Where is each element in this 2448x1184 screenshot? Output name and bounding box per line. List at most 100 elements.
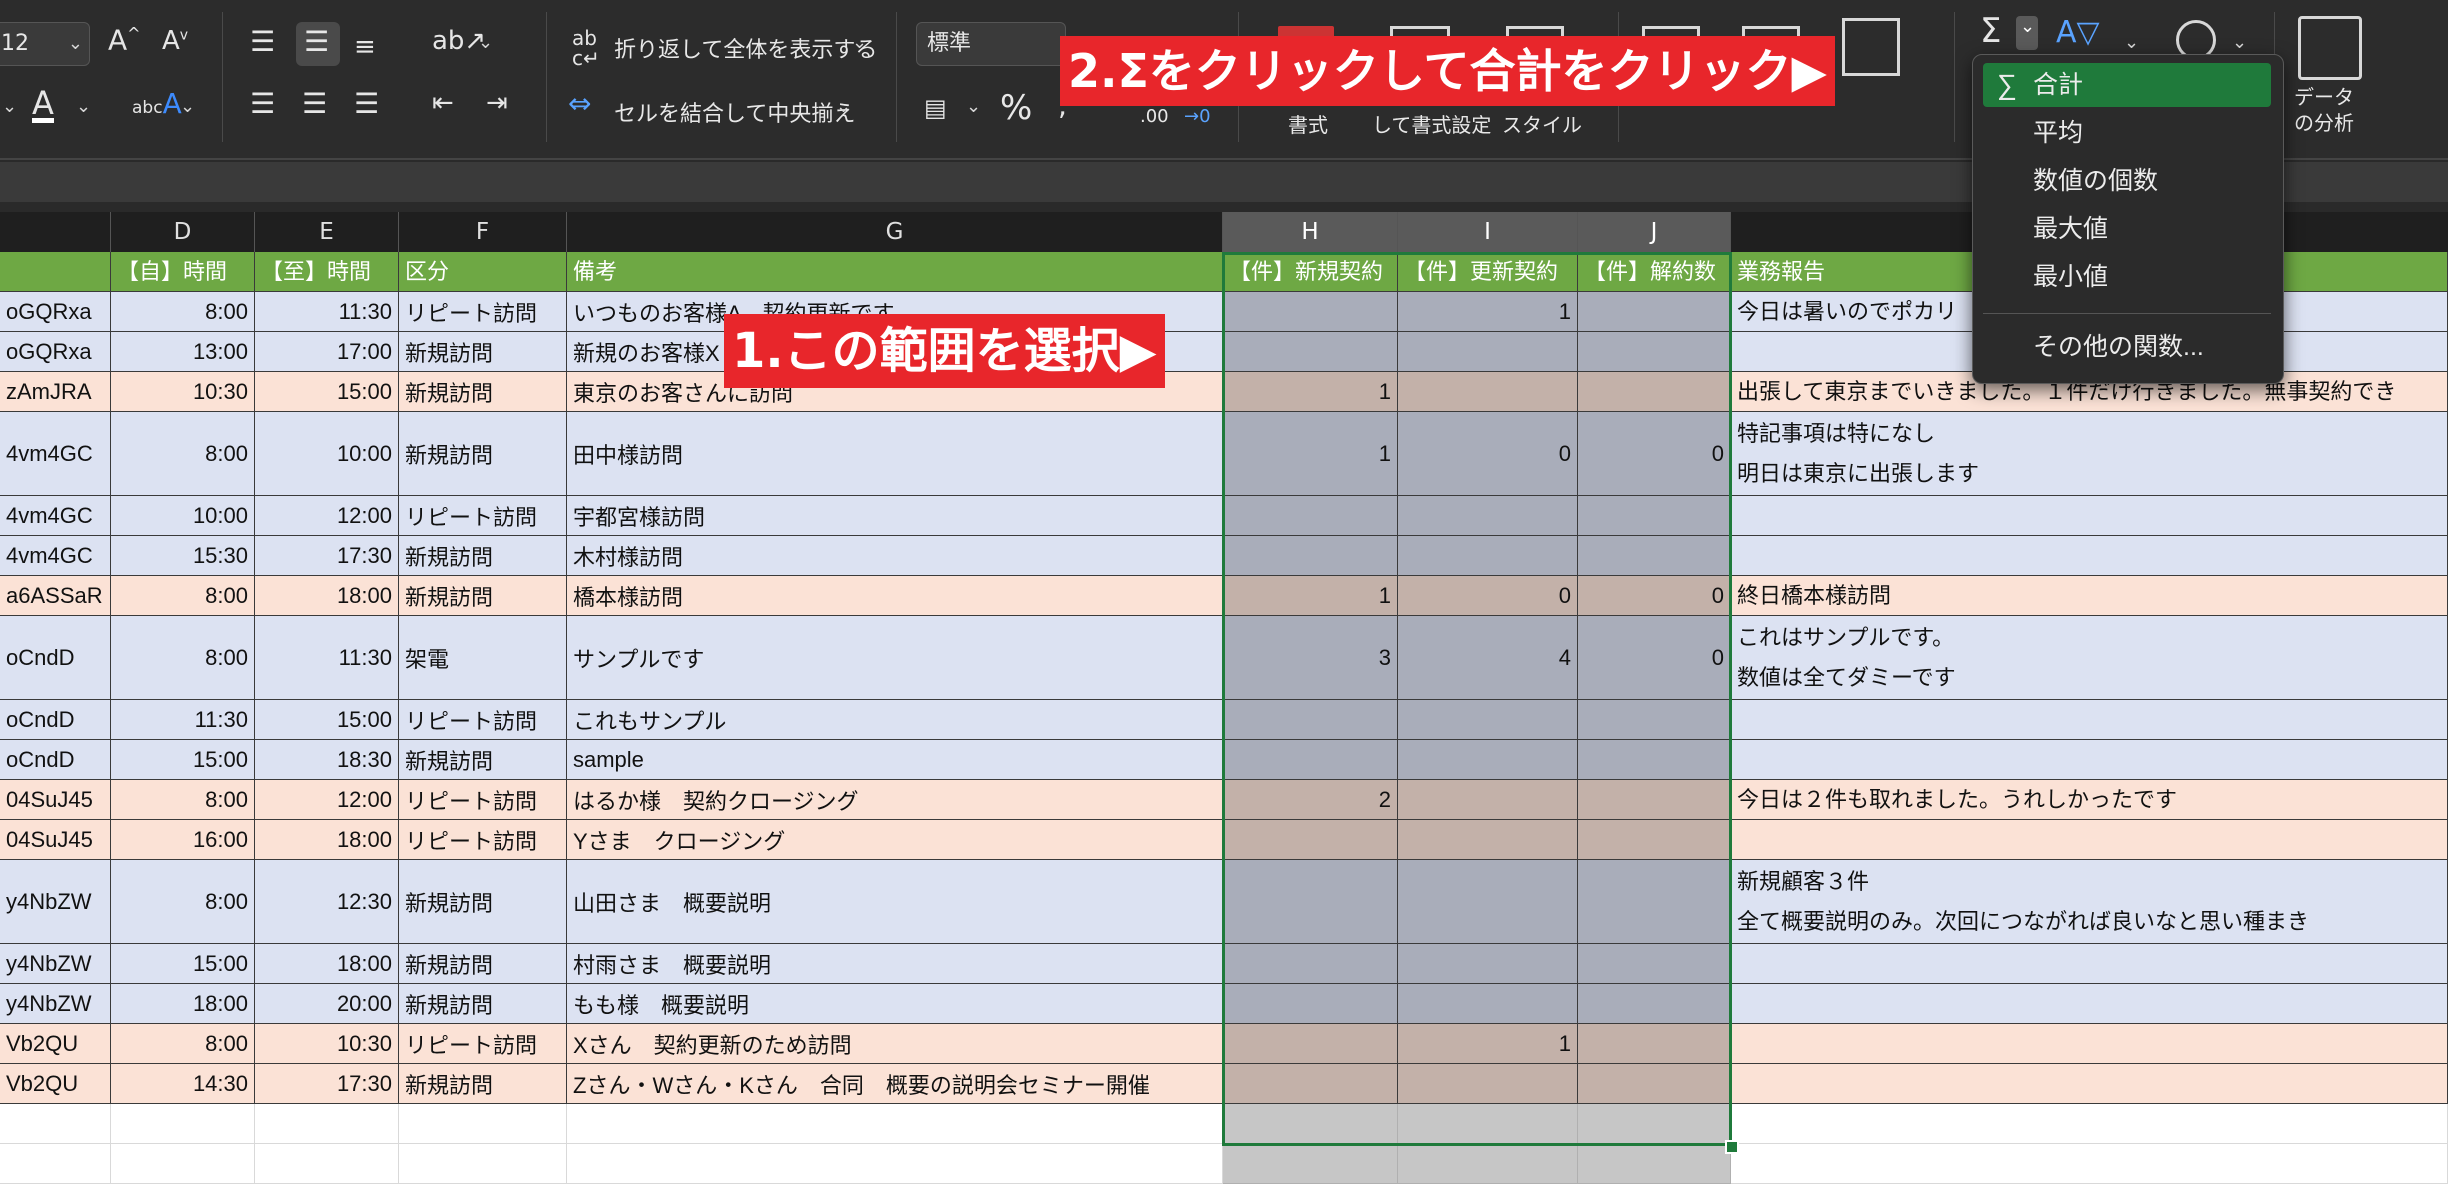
chevron-down-icon[interactable]: ⌄	[2124, 32, 2139, 53]
align-top-icon[interactable]: ☰	[250, 28, 275, 56]
report-cell[interactable]: 今日は２件も取れました。うれしかったです	[1731, 780, 2448, 820]
cell-g[interactable]: 橋本様訪問	[567, 576, 1223, 616]
cell-c[interactable]: oCndD	[0, 700, 111, 740]
merge-center-button[interactable]: セルを結合して中央揃え	[614, 96, 855, 128]
cell-i[interactable]	[1398, 820, 1578, 860]
cell-c[interactable]: y4NbZW	[0, 860, 111, 944]
cell-f[interactable]: 新規訪問	[399, 860, 567, 944]
sort-filter-icon[interactable]: A▽	[2056, 18, 2100, 48]
cell-f[interactable]: 新規訪問	[399, 944, 567, 984]
cell-h[interactable]	[1223, 536, 1398, 576]
phonetic-icon[interactable]: abcA	[132, 90, 182, 118]
empty-cell[interactable]	[399, 1104, 567, 1144]
cell-e[interactable]: 17:00	[255, 332, 399, 372]
cell-c[interactable]: oGQRxa	[0, 292, 111, 332]
cell-j[interactable]	[1578, 984, 1731, 1024]
chevron-down-icon[interactable]: ⌄	[966, 96, 981, 117]
cell-e[interactable]: 20:00	[255, 984, 399, 1024]
decrease-font-icon[interactable]: Av	[162, 28, 188, 54]
empty-cell[interactable]	[567, 1144, 1223, 1184]
report-cell[interactable]	[1731, 1024, 2448, 1064]
column-header-e[interactable]: E	[255, 212, 399, 252]
cell-h[interactable]: 2	[1223, 780, 1398, 820]
analyze-data-button[interactable]: データ の分析	[2294, 84, 2354, 136]
cell-d[interactable]: 16:00	[111, 820, 255, 860]
align-right-icon[interactable]: ☰	[354, 90, 379, 118]
header-cell-i[interactable]: 【件】更新契約	[1398, 252, 1578, 292]
cell-f[interactable]: 新規訪問	[399, 576, 567, 616]
empty-cell[interactable]	[111, 1144, 255, 1184]
cell-d[interactable]: 10:00	[111, 496, 255, 536]
cell-g[interactable]: 山田さま 概要説明	[567, 860, 1223, 944]
cell-h[interactable]	[1223, 944, 1398, 984]
cell-i[interactable]: 1	[1398, 1024, 1578, 1064]
cell-i[interactable]	[1398, 536, 1578, 576]
cell-d[interactable]: 14:30	[111, 1064, 255, 1104]
cell-g[interactable]: Yさま クロージング	[567, 820, 1223, 860]
cell-j[interactable]	[1578, 1024, 1731, 1064]
analyze-data-icon[interactable]	[2298, 16, 2362, 80]
align-center-icon[interactable]: ☰	[302, 90, 327, 118]
cell-g[interactable]: sample	[567, 740, 1223, 780]
cell-f[interactable]: リピート訪問	[399, 780, 567, 820]
menu-item-max[interactable]: 最大値	[1983, 207, 2271, 251]
cell-e[interactable]: 12:30	[255, 860, 399, 944]
cell-g[interactable]: 田中様訪問	[567, 412, 1223, 496]
header-cell-j[interactable]: 【件】解約数	[1578, 252, 1731, 292]
cell-f[interactable]: リピート訪問	[399, 292, 567, 332]
cell-g[interactable]: もも様 概要説明	[567, 984, 1223, 1024]
empty-cell[interactable]	[1398, 1144, 1578, 1184]
cell-h[interactable]	[1223, 820, 1398, 860]
cell-f[interactable]: 新規訪問	[399, 740, 567, 780]
cell-g[interactable]: Zさん・Wさん・Kさん 合同 概要の説明会セミナー開催	[567, 1064, 1223, 1104]
cell-h[interactable]: 1	[1223, 576, 1398, 616]
cell-d[interactable]: 15:00	[111, 740, 255, 780]
column-header-i[interactable]: I	[1398, 212, 1578, 252]
cell-d[interactable]: 8:00	[111, 292, 255, 332]
cell-c[interactable]: Vb2QU	[0, 1064, 111, 1104]
cell-h[interactable]	[1223, 700, 1398, 740]
cell-h[interactable]: 3	[1223, 616, 1398, 700]
cell-h[interactable]	[1223, 740, 1398, 780]
cell-g[interactable]: サンプルです	[567, 616, 1223, 700]
empty-cell[interactable]	[399, 1144, 567, 1184]
cell-c[interactable]: oCndD	[0, 616, 111, 700]
cell-j[interactable]	[1578, 740, 1731, 780]
header-cell-f[interactable]: 区分	[399, 252, 567, 292]
cell-h[interactable]	[1223, 860, 1398, 944]
align-left-icon[interactable]: ☰	[250, 90, 275, 118]
cell-d[interactable]: 18:00	[111, 984, 255, 1024]
header-cell-h[interactable]: 【件】新規契約	[1223, 252, 1398, 292]
empty-cell[interactable]	[1223, 1104, 1398, 1144]
empty-cell[interactable]	[255, 1104, 399, 1144]
cell-d[interactable]: 15:30	[111, 536, 255, 576]
cell-f[interactable]: リピート訪問	[399, 1024, 567, 1064]
decrease-indent-icon[interactable]: ⇤	[432, 90, 454, 116]
empty-cell[interactable]	[255, 1144, 399, 1184]
cell-j[interactable]	[1578, 536, 1731, 576]
cell-j[interactable]	[1578, 372, 1731, 412]
cell-j[interactable]	[1578, 820, 1731, 860]
wrap-text-button[interactable]: 折り返して全体を表示する	[614, 32, 877, 64]
cell-c[interactable]: 04SuJ45	[0, 820, 111, 860]
merge-cells-icon[interactable]: ⇔	[568, 90, 591, 118]
chevron-down-icon[interactable]: ⌄	[836, 96, 851, 117]
cell-d[interactable]: 10:30	[111, 372, 255, 412]
cell-e[interactable]: 10:00	[255, 412, 399, 496]
cell-i[interactable]	[1398, 332, 1578, 372]
report-cell[interactable]	[1731, 820, 2448, 860]
cell-c[interactable]: zAmJRA	[0, 372, 111, 412]
align-middle-icon[interactable]: ☰	[304, 28, 329, 56]
empty-cell[interactable]	[0, 1104, 111, 1144]
column-header-j[interactable]: J	[1578, 212, 1731, 252]
cell-f[interactable]: 新規訪問	[399, 984, 567, 1024]
cell-e[interactable]: 18:30	[255, 740, 399, 780]
cell-h[interactable]	[1223, 984, 1398, 1024]
empty-cell[interactable]	[1223, 1144, 1398, 1184]
cell-e[interactable]: 11:30	[255, 292, 399, 332]
cell-j[interactable]	[1578, 496, 1731, 536]
report-cell[interactable]	[1731, 536, 2448, 576]
cell-i[interactable]	[1398, 372, 1578, 412]
cell-i[interactable]	[1398, 496, 1578, 536]
cell-f[interactable]: 新規訪問	[399, 372, 567, 412]
